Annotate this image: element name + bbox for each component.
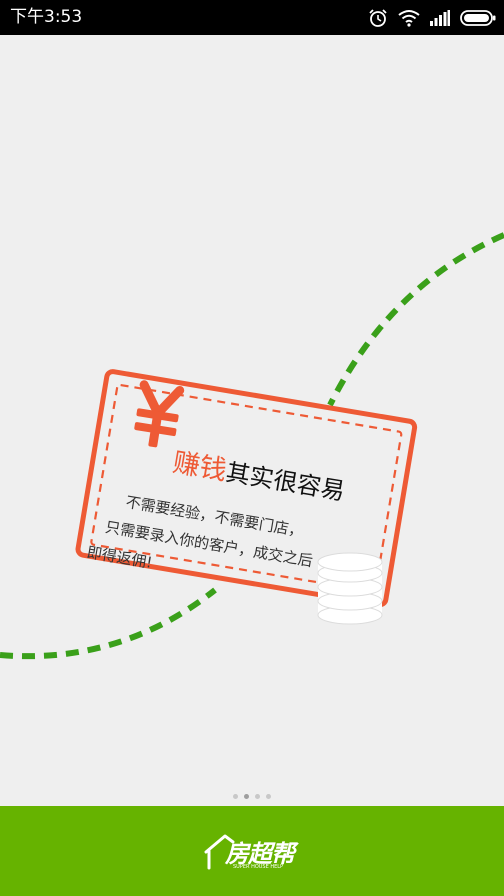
page-dot-2[interactable] <box>244 794 249 799</box>
page-dot-3[interactable] <box>255 794 260 799</box>
status-time: 下午3:53 <box>10 7 83 27</box>
brand-tagline: SUPER HOUSE HELP <box>233 864 284 870</box>
page-dot-4[interactable] <box>266 794 271 799</box>
wifi-icon <box>398 9 420 27</box>
headline: 赚钱其实很容易 <box>170 447 347 506</box>
headline-highlight: 赚钱 <box>170 447 229 487</box>
battery-icon <box>460 9 496 27</box>
headline-rest: 其实很容易 <box>223 458 347 506</box>
alarm-icon <box>368 8 388 28</box>
dashed-path-upper <box>327 232 504 407</box>
page-indicator <box>0 794 504 804</box>
page-dot-1[interactable] <box>233 794 238 799</box>
brand-bar: 房超帮 SUPER HOUSE HELP <box>0 806 504 896</box>
body-line-3: 即得返佣! <box>85 543 154 572</box>
onboarding-page: 赚钱其实很容易 不需要经验，不需要门店， 只需要录入你的客户，成交之后 即得返佣… <box>0 35 504 805</box>
signal-icon <box>430 10 450 26</box>
brand-logo: 房超帮 SUPER HOUSE HELP <box>203 830 303 878</box>
status-icons <box>368 6 496 30</box>
onboarding-illustration <box>0 232 504 660</box>
status-bar: 下午3:53 <box>0 0 504 35</box>
